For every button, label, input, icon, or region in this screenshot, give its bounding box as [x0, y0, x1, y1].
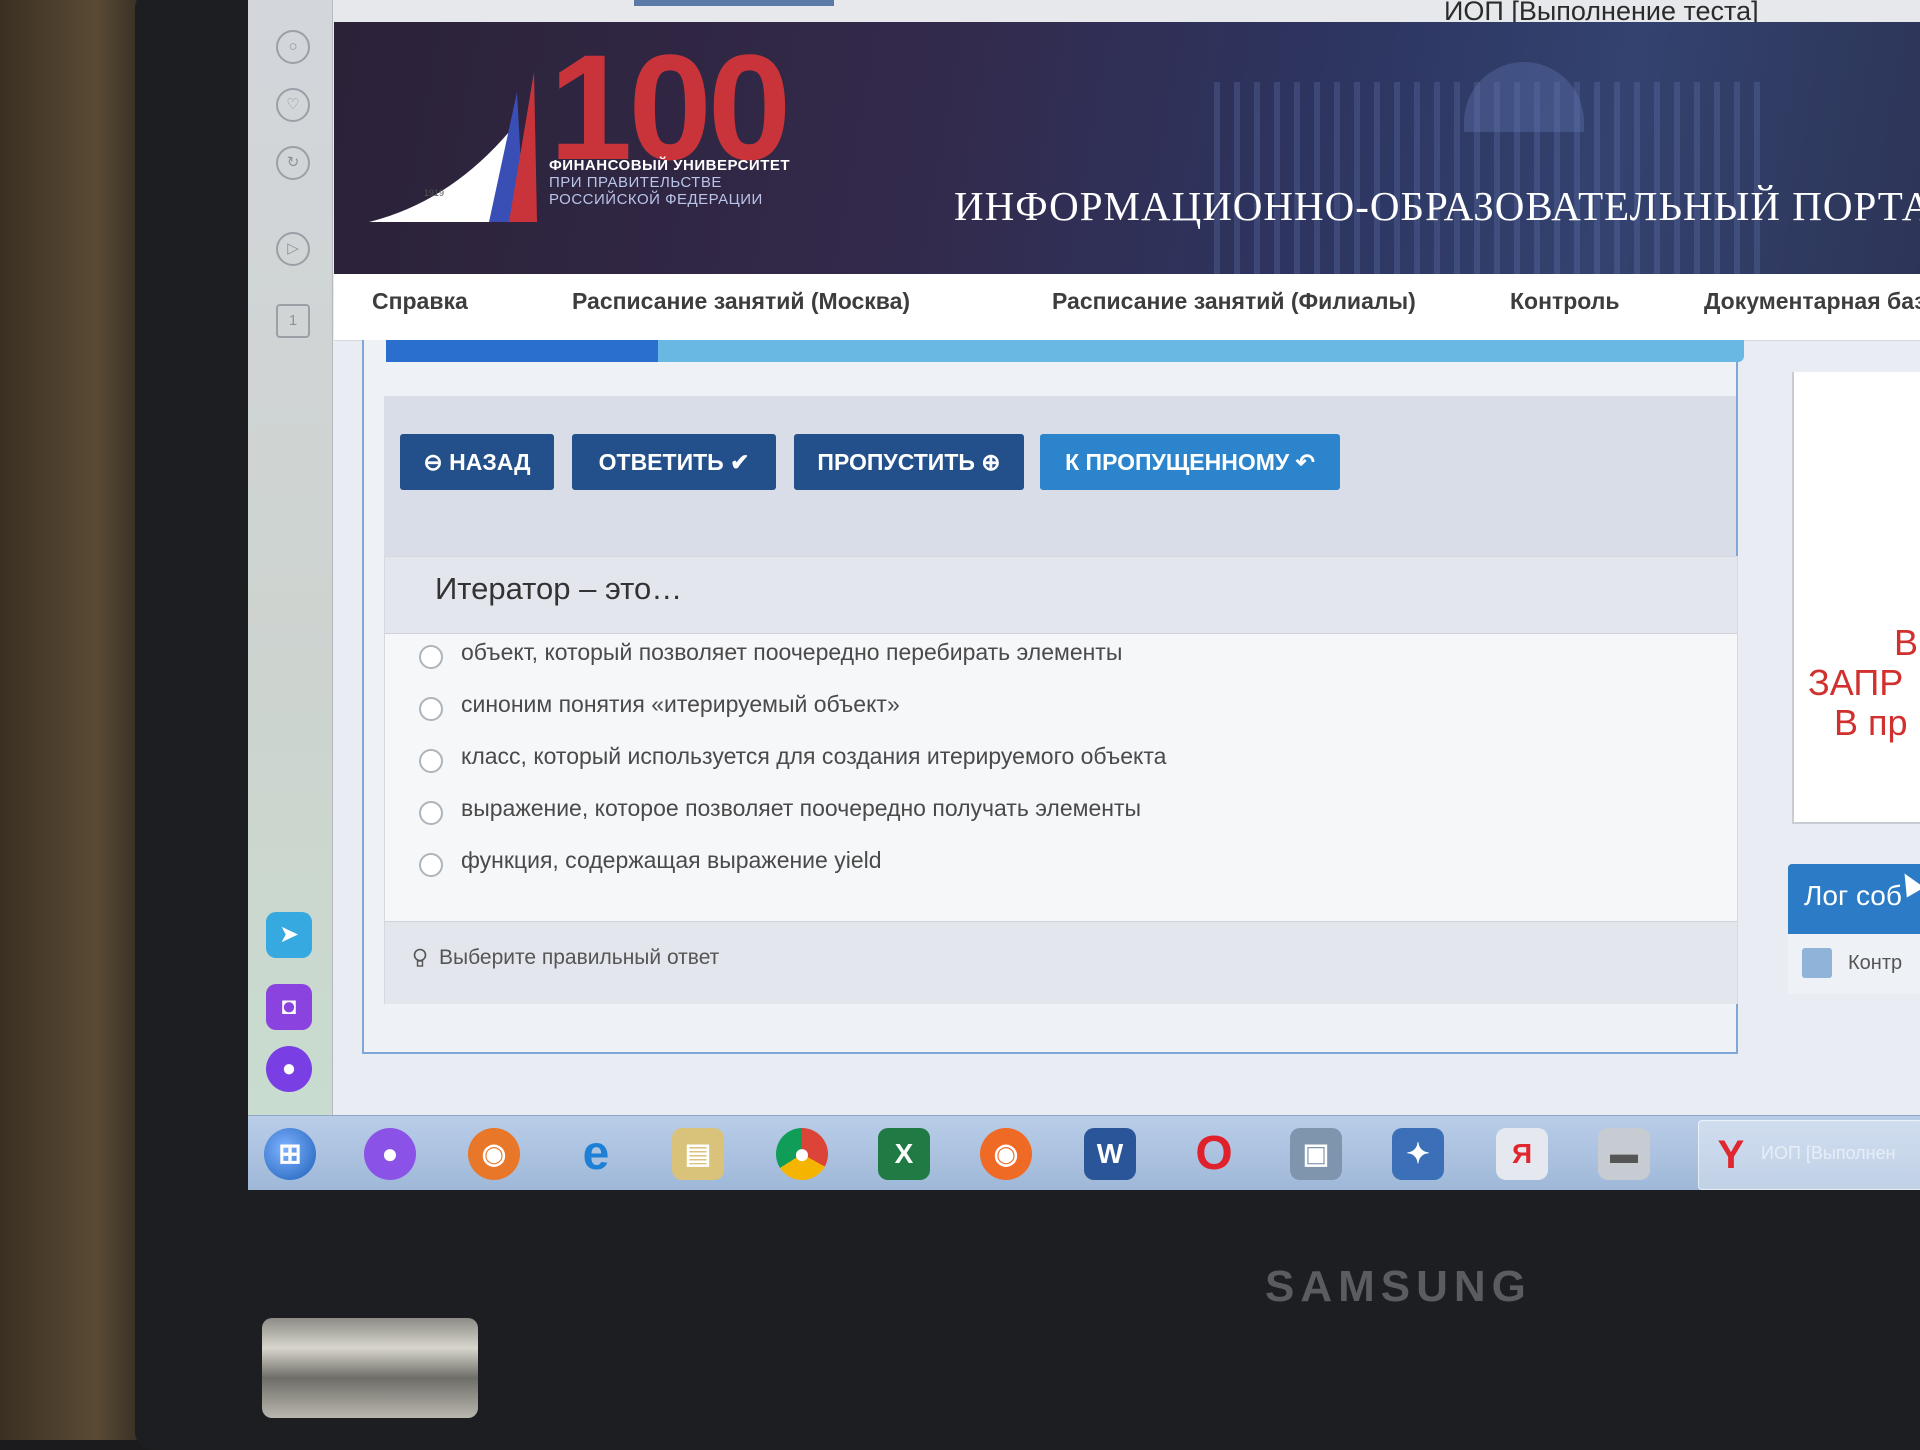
alice-icon[interactable]: ●	[266, 1046, 312, 1092]
test-toolbar: ⊖ НАЗАД ОТВЕТИТЬ ✔ ПРОПУСТИТЬ ⊕ К ПРОПУЩ…	[384, 396, 1736, 556]
logo-line-3: РОССИЙСКОЙ ФЕДЕРАЦИИ	[549, 191, 763, 208]
right-notice-panel: В ЗАПР В пр	[1792, 372, 1920, 824]
back-arrow-icon: ⊖	[423, 449, 450, 475]
active-window-label: ИОП [Выполнен	[1761, 1143, 1896, 1163]
logo-line-2: ПРИ ПРАВИТЕЛЬСТВЕ	[549, 174, 722, 191]
nav-schedule-moscow[interactable]: Расписание занятий (Москва)	[572, 288, 910, 315]
question-card: Итератор – это… объект, который позволяе…	[384, 556, 1738, 1004]
question-title: Итератор – это…	[435, 571, 683, 606]
answer-button[interactable]: ОТВЕТИТЬ ✔	[572, 434, 776, 490]
return-arrow-icon: ↶	[1289, 449, 1315, 475]
event-log-item[interactable]: Контр	[1788, 934, 1920, 994]
yandex-browser-icon: Y	[1717, 1133, 1745, 1177]
windows-taskbar: ⊞ ● ◉ e ▤ ● X ◉ W O ▣ ✦ Я ▬ Y ИОП [Выпол…	[248, 1115, 1920, 1190]
notice-line-2: ЗАПР	[1808, 662, 1904, 703]
play-icon[interactable]: ▷	[276, 232, 310, 266]
chrome-icon[interactable]: ●	[776, 1128, 828, 1180]
check-icon: ✔	[723, 449, 750, 475]
taskbar-active-window[interactable]: Y ИОП [Выполнен	[1698, 1120, 1920, 1190]
to-skipped-label: К ПРОПУЩЕННОМУ	[1065, 449, 1290, 475]
yandex-icon[interactable]: Я	[1496, 1128, 1548, 1180]
chat-icon[interactable]: ○	[276, 30, 310, 64]
lightbulb-icon	[413, 948, 427, 967]
to-skipped-button[interactable]: К ПРОПУЩЕННОМУ ↶	[1040, 434, 1340, 490]
nav-control[interactable]: Контроль	[1510, 288, 1620, 315]
radio-button[interactable]	[419, 645, 443, 669]
logo-line-1: ФИНАНСОВЫЙ УНИВЕРСИТЕТ	[549, 157, 791, 174]
excel-icon[interactable]: X	[878, 1128, 930, 1180]
word-icon[interactable]: W	[1084, 1128, 1136, 1180]
option-label[interactable]: выражение, которое позволяет поочередно …	[461, 795, 1141, 822]
skip-circle-icon: ⊕	[974, 449, 1001, 475]
nav-schedule-branches[interactable]: Расписание занятий (Филиалы)	[1052, 288, 1416, 315]
laptop-hinge	[262, 1318, 478, 1418]
option-label[interactable]: функция, содержащая выражение yield	[461, 847, 882, 874]
firefox-alt-icon[interactable]: ◉	[980, 1128, 1032, 1180]
opera-icon[interactable]: O	[1188, 1128, 1240, 1180]
cleanup-icon[interactable]: ✦	[1392, 1128, 1444, 1180]
camera-app-icon[interactable]: ◘	[266, 984, 312, 1030]
test-progress-bar	[386, 340, 1744, 362]
alice-icon[interactable]: ●	[364, 1128, 416, 1180]
notice-line-1: В	[1894, 622, 1919, 663]
back-label: НАЗАД	[449, 449, 531, 475]
logo-caption: ФИНАНСОВЫЙ УНИВЕРСИТЕТ ПРИ ПРАВИТЕЛЬСТВЕ…	[549, 157, 790, 208]
back-button[interactable]: ⊖ НАЗАД	[400, 434, 554, 490]
main-navigation: Справка Расписание занятий (Москва) Расп…	[334, 274, 1920, 341]
document-icon[interactable]: 1	[276, 304, 310, 338]
answer-label: ОТВЕТИТЬ	[598, 449, 724, 475]
internet-explorer-icon[interactable]: e	[570, 1128, 622, 1180]
event-log-item-label: Контр	[1848, 952, 1903, 974]
question-header: Итератор – это…	[385, 557, 1737, 634]
device-icon[interactable]: ▬	[1598, 1128, 1650, 1180]
start-orb-icon[interactable]: ⊞	[264, 1128, 316, 1180]
megaphone-icon	[1802, 948, 1832, 978]
option-label[interactable]: класс, который используется для создания…	[461, 743, 1166, 770]
option-label[interactable]: синоним понятия «итерируемый объект»	[461, 691, 900, 718]
hint-text: Выберите правильный ответ	[439, 946, 720, 969]
skip-label: ПРОПУСТИТЬ	[817, 449, 975, 475]
portal-banner: 100 ФИНАНСОВЫЙ УНИВЕРСИТЕТ ПРИ ПРАВИТЕЛЬ…	[334, 22, 1920, 274]
radio-button[interactable]	[419, 853, 443, 877]
progress-fill	[386, 340, 658, 362]
firefox-icon[interactable]: ◉	[468, 1128, 520, 1180]
building-dome	[1464, 62, 1584, 132]
refresh-icon[interactable]: ↻	[276, 146, 310, 180]
notice-line-3: В пр	[1834, 702, 1908, 743]
event-log-title: Лог соб	[1804, 880, 1902, 911]
nav-documents[interactable]: Документарная база	[1704, 288, 1920, 315]
heart-icon[interactable]: ♡	[276, 88, 310, 122]
browser-tab[interactable]	[634, 0, 834, 6]
telegram-icon[interactable]: ➤	[266, 912, 312, 958]
samsung-brand: SAMSUNG	[1265, 1262, 1532, 1311]
skip-button[interactable]: ПРОПУСТИТЬ ⊕	[794, 434, 1024, 490]
radio-button[interactable]	[419, 801, 443, 825]
laptop-screen: ○ ♡ ↻ ▷ 1 ➤ ◘ ● ИОП [Выполнение теста] 1…	[248, 0, 1920, 1190]
university-logo-icon	[369, 72, 537, 222]
option-label[interactable]: объект, который позволяет поочередно пер…	[461, 639, 1122, 666]
portal-title: ИНФОРМАЦИОННО-ОБРАЗОВАТЕЛЬНЫЙ ПОРТАЛ	[954, 183, 1920, 229]
radio-button[interactable]	[419, 697, 443, 721]
network-icon[interactable]: ▣	[1290, 1128, 1342, 1180]
side-launcher: ○ ♡ ↻ ▷ 1 ➤ ◘ ●	[248, 0, 333, 1120]
question-footer: Выберите правильный ответ	[385, 921, 1737, 1004]
nav-help[interactable]: Справка	[372, 288, 468, 315]
file-manager-icon[interactable]: ▤	[672, 1128, 724, 1180]
browser-title-bar: ИОП [Выполнение теста]	[334, 0, 1920, 26]
radio-button[interactable]	[419, 749, 443, 773]
logo-year: 1919	[424, 188, 445, 198]
